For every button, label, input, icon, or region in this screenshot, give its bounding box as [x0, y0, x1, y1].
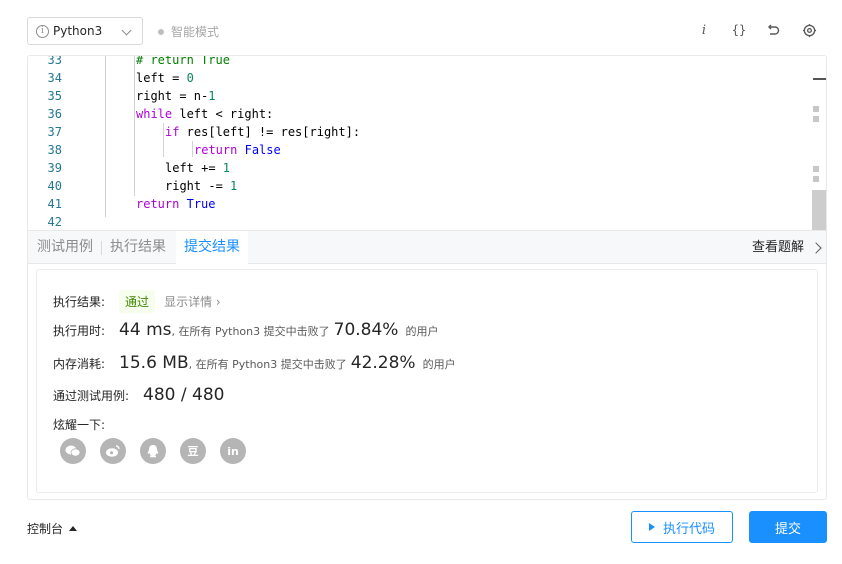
runtime-label: 执行用时: [53, 324, 106, 338]
line-number: 38 [47, 143, 62, 157]
settings-icon[interactable] [799, 20, 819, 40]
tab-submit-result[interactable]: 提交结果 [176, 231, 248, 265]
douban-icon[interactable]: 豆 [180, 438, 206, 464]
qq-icon[interactable] [140, 438, 166, 464]
line-number: 33 [47, 56, 62, 67]
smart-mode-label: 智能模式 [171, 25, 220, 39]
code-text: left = 0 [136, 71, 194, 85]
wechat-icon[interactable] [60, 438, 86, 464]
status-dot [158, 28, 164, 35]
runtime-suffix: 的用户 [405, 325, 439, 338]
run-code-label: 执行代码 [662, 520, 715, 536]
tab-run-result[interactable]: 执行结果 [110, 231, 166, 264]
code-line: 38 return False [28, 141, 826, 159]
submit-button[interactable]: 提交 [749, 511, 827, 543]
indent-guide [134, 56, 135, 196]
linkedin-icon[interactable]: in [220, 438, 246, 464]
line-number: 36 [47, 107, 62, 121]
testcases-row: 通过测试用例: 480 / 480 [53, 385, 224, 405]
editor-toolbar: i Python3 智能模式 i {} [0, 0, 842, 56]
smart-mode-toggle[interactable]: 智能模式 [158, 23, 219, 40]
view-solution-link[interactable]: 查看题解 [751, 231, 822, 264]
code-line: 35 right = n-1 [28, 87, 826, 105]
code-text: while left < right: [136, 107, 274, 121]
memory-label: 内存消耗: [53, 357, 106, 371]
runtime-text: , 在所有 Python3 提交中击败了 [171, 325, 330, 338]
memory-value: 15.6 MB [119, 353, 189, 373]
runtime-row: 执行用时: 44 ms , 在所有 Python3 提交中击败了 70.84% … [53, 320, 438, 340]
memory-suffix: 的用户 [422, 358, 456, 371]
code-line: 40 right -= 1 [28, 177, 826, 195]
testcases-label: 通过测试用例: [53, 389, 130, 403]
editor-panel: 33 # return True 34 left = 0 35 right = n-1 36… [27, 55, 827, 500]
code-line: 37 if res[left] != res[right]: [28, 123, 826, 141]
show-details-link[interactable]: 显示详情 › [164, 293, 221, 310]
weibo-icon[interactable] [100, 438, 126, 464]
status-badge: 通过 [119, 290, 156, 313]
code-text: left += 1 [165, 161, 231, 175]
language-select[interactable]: i Python3 [27, 17, 143, 45]
testcases-value: 480 / 480 [143, 385, 225, 405]
chevron-right-icon [810, 241, 822, 254]
code-text: if res[left] != res[right]: [165, 125, 361, 139]
line-number: 39 [47, 161, 62, 175]
code-line: 41 return True [28, 195, 826, 213]
code-text: # return True [136, 56, 230, 67]
console-toggle[interactable]: 控制台 [27, 520, 78, 537]
tab-divider [101, 241, 102, 255]
chevron-down-icon [121, 25, 132, 36]
language-label: Python3 [53, 24, 103, 38]
code-line: 42 [28, 213, 826, 231]
caret-up-icon [69, 526, 78, 531]
undo-icon[interactable] [763, 20, 783, 40]
status-row: 执行结果: 通过 显示详情 › [53, 290, 221, 313]
info-icon: i [36, 24, 49, 38]
memory-row: 内存消耗: 15.6 MB , 在所有 Python3 提交中击败了 42.28… [53, 353, 456, 373]
code-text: right -= 1 [165, 179, 238, 193]
code-line: 33 # return True [28, 56, 826, 69]
runtime-value: 44 ms [119, 320, 172, 340]
memory-percent: 42.28% [350, 353, 416, 373]
memory-text: , 在所有 Python3 提交中击败了 [188, 358, 347, 371]
scrollbar-thumb[interactable] [812, 190, 826, 231]
indent-guide [105, 56, 106, 217]
share-buttons: 豆 in [60, 438, 260, 464]
indent-guide [192, 141, 193, 157]
code-editor[interactable]: 33 # return True 34 left = 0 35 right = n-1 36… [28, 56, 826, 231]
play-icon [648, 523, 655, 531]
line-number: 41 [47, 197, 62, 211]
code-line: 34 left = 0 [28, 69, 826, 87]
console-label: 控制台 [27, 522, 64, 536]
result-tabs: 测试用例 执行结果 提交结果 查看题解 [28, 230, 826, 265]
code-text: right = n-1 [136, 89, 216, 103]
share-label: 炫耀一下: [53, 418, 106, 432]
line-number: 34 [47, 71, 62, 85]
code-line: 36 while left < right: [28, 105, 826, 123]
code-text: return True [136, 197, 216, 211]
indent-guide [163, 123, 164, 157]
line-number: 42 [47, 215, 62, 229]
line-number: 40 [47, 179, 62, 193]
run-code-button[interactable]: 执行代码 [631, 511, 733, 543]
status-label: 执行结果: [53, 295, 106, 309]
code-line: 39 left += 1 [28, 159, 826, 177]
info-icon[interactable]: i [694, 20, 714, 40]
runtime-percent: 70.84% [333, 320, 399, 340]
line-number: 37 [47, 125, 62, 139]
view-solution-label: 查看题解 [751, 240, 804, 255]
line-number: 35 [47, 89, 62, 103]
code-text: return False [194, 143, 281, 157]
share-row-label: 炫耀一下: [53, 416, 105, 433]
submission-result-card: 执行结果: 通过 显示详情 › 执行用时: 44 ms , 在所有 Python… [36, 269, 818, 493]
tab-testcase[interactable]: 测试用例 [37, 231, 93, 264]
braces-icon[interactable]: {} [729, 20, 749, 40]
